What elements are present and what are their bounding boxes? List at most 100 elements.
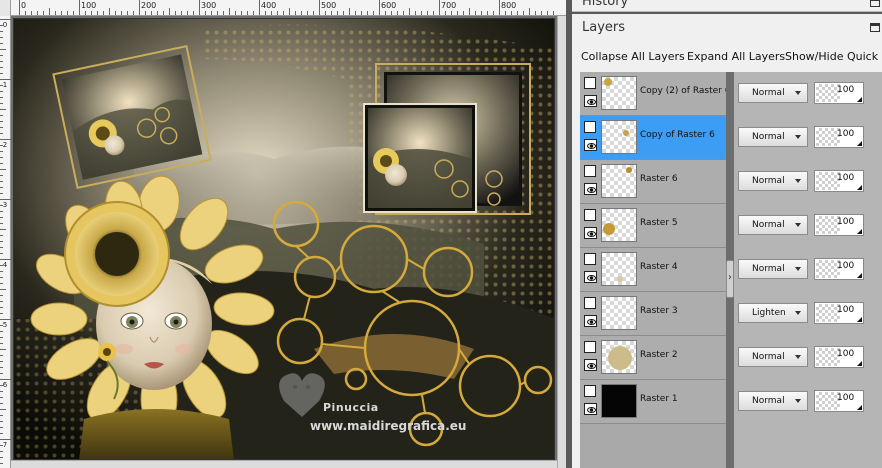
blend-mode-dropdown[interactable]: Normal [738,347,808,367]
ruler-tick [523,11,524,15]
ruler-tick [85,11,86,15]
opacity-slider[interactable]: 100 [814,390,864,412]
layer-name: Raster 4 [640,262,678,272]
ruler-tick [517,11,518,15]
ruler-tick [43,11,44,15]
panel-splitter[interactable] [726,72,734,468]
blend-mode-dropdown[interactable]: Normal [738,171,808,191]
layer-row[interactable]: Raster 2 [580,336,726,380]
layer-row[interactable]: Raster 6 [580,160,726,204]
layer-link-icon[interactable] [584,165,596,177]
layer-row[interactable]: Raster 5 [580,204,726,248]
ruler-label: 5 [2,321,8,329]
ruler-tick [0,187,3,188]
blend-mode-dropdown[interactable]: Normal [738,259,808,279]
ruler-tick [475,11,476,15]
layer-link-icon[interactable] [584,253,596,265]
splitter-handle[interactable] [726,260,734,298]
ruler-tick [481,11,482,15]
vertical-scrollbar[interactable] [557,16,566,468]
ruler-tick [0,73,3,74]
opacity-slider[interactable]: 100 [814,302,864,324]
layer-properties-row: Normal 100 [734,116,882,160]
ruler-label: 100 [81,1,97,10]
blend-mode-dropdown[interactable]: Normal [738,215,808,235]
visibility-eye-icon[interactable] [584,359,597,371]
ruler-tick [439,0,440,15]
maximize-icon[interactable] [870,0,880,7]
ruler-tick [163,11,164,15]
visibility-eye-icon[interactable] [584,315,597,327]
ruler-tick [0,289,6,290]
layer-row[interactable]: Copy of Raster 6 [580,116,726,160]
ruler-tick [0,61,3,62]
opacity-slider[interactable]: 100 [814,170,864,192]
ruler-label: 3 [2,201,8,209]
opacity-slider[interactable]: 100 [814,258,864,280]
show-hide-quick-button[interactable]: Show/Hide Quick S [785,50,882,63]
ruler-tick [0,175,3,176]
ruler-tick [0,31,3,32]
maximize-icon[interactable] [870,23,880,32]
layer-row[interactable]: Raster 4 [580,248,726,292]
expand-all-layers-button[interactable]: Expand All Layers [687,50,785,63]
layer-thumbnail [601,164,637,198]
visibility-eye-icon[interactable] [584,183,597,195]
collapse-all-layers-button[interactable]: Collapse All Layers [581,50,685,63]
ruler-tick [409,8,410,15]
blend-mode-dropdown[interactable]: Normal [738,127,808,147]
layer-link-icon[interactable] [584,385,596,397]
layer-row[interactable]: Raster 3 [580,292,726,336]
thumbnail-content [617,276,623,282]
ruler-tick [37,11,38,15]
layer-name: Raster 1 [640,394,678,404]
blend-mode-value: Normal [752,220,785,230]
layer-properties-column: Normal 100 Normal 100 Normal 100 Normal 100 Norm… [734,72,882,468]
image-canvas[interactable]: Pinuccia www.maidiregrafica.eu [13,18,555,460]
layer-row[interactable]: Copy (2) of Raster 6 [580,72,730,116]
ruler-label: 1 [2,81,8,89]
layer-link-icon[interactable] [584,77,596,89]
ruler-label: 6 [2,381,8,389]
horizontal-scrollbar[interactable] [11,460,557,468]
opacity-slider[interactable]: 100 [814,126,864,148]
opacity-slider[interactable]: 100 [814,346,864,368]
blend-mode-dropdown[interactable]: Normal [738,83,808,103]
ruler-tick [373,11,374,15]
ruler-tick [0,259,11,260]
ruler-tick [0,343,3,344]
ruler-tick [307,11,308,15]
layers-title: Layers [582,20,626,35]
layer-link-icon[interactable] [584,341,596,353]
opacity-value: 100 [837,173,855,183]
ruler-label: 300 [201,1,217,10]
layer-thumbnail [601,120,637,154]
layer-link-icon[interactable] [584,121,596,133]
history-panel-header[interactable]: History [572,0,882,12]
chevron-down-icon [795,355,801,359]
ruler-tick [25,11,26,15]
ruler-tick [0,247,3,248]
ruler-tick [265,11,266,15]
blend-mode-value: Normal [752,396,785,406]
visibility-eye-icon[interactable] [584,95,597,107]
blend-mode-dropdown[interactable]: Lighten [738,303,808,323]
opacity-slider[interactable]: 100 [814,214,864,236]
ruler-tick [367,11,368,15]
ruler-label: 200 [141,1,157,10]
blend-mode-dropdown[interactable]: Normal [738,391,808,411]
opacity-slider[interactable]: 100 [814,82,864,104]
visibility-eye-icon[interactable] [584,271,597,283]
visibility-eye-icon[interactable] [584,139,597,151]
ruler-tick [0,133,3,134]
ruler-tick [0,307,3,308]
ruler-tick [487,11,488,15]
ruler-tick [385,11,386,15]
visibility-eye-icon[interactable] [584,227,597,239]
ruler-tick [67,11,68,15]
visibility-eye-icon[interactable] [584,403,597,415]
layer-link-icon[interactable] [584,209,596,221]
layer-link-icon[interactable] [584,297,596,309]
layer-row[interactable]: Raster 1 [580,380,726,424]
ruler-label: 2 [2,141,8,149]
